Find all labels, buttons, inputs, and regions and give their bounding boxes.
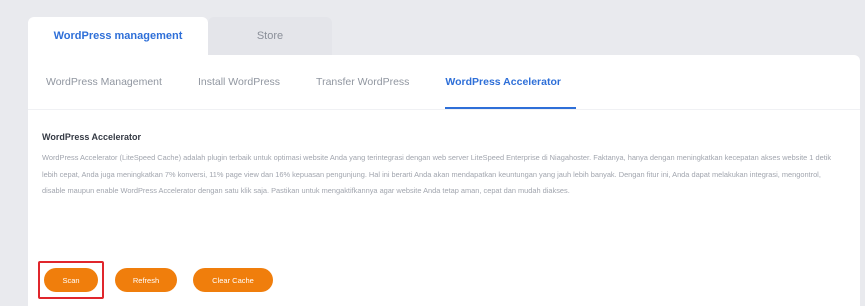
- tab-wordpress-management[interactable]: WordPress management: [28, 17, 208, 55]
- page: WordPress management Store WordPress Man…: [0, 0, 865, 306]
- section-description: WordPress Accelerator (LiteSpeed Cache) …: [42, 153, 832, 195]
- tab-store[interactable]: Store: [208, 17, 332, 55]
- refresh-button[interactable]: Refresh: [115, 268, 177, 292]
- subtab-label: WordPress Accelerator: [445, 76, 561, 88]
- action-buttons: Scan Refresh Clear Cache: [38, 261, 273, 299]
- section-title: WordPress Accelerator: [42, 132, 142, 142]
- tab-label: WordPress management: [53, 30, 183, 42]
- subtab-label: Install WordPress: [197, 76, 281, 88]
- content-card: WordPress Management Install WordPress T…: [28, 55, 860, 306]
- tab-label: Store: [256, 30, 284, 42]
- sub-tab-bar: WordPress Management Install WordPress T…: [46, 55, 581, 109]
- clear-cache-button[interactable]: Clear Cache: [193, 268, 273, 292]
- subtab-wordpress-management[interactable]: WordPress Management: [46, 55, 180, 109]
- subtab-transfer-wordpress[interactable]: Transfer WordPress: [316, 55, 427, 109]
- subtab-label: Transfer WordPress: [316, 76, 410, 88]
- top-tab-bar: WordPress management Store: [28, 17, 332, 55]
- tab-divider: [28, 109, 860, 110]
- subtab-label: WordPress Management: [46, 76, 162, 88]
- subtab-install-wordpress[interactable]: Install WordPress: [198, 55, 298, 109]
- subtab-wordpress-accelerator[interactable]: WordPress Accelerator: [445, 55, 576, 109]
- scan-button[interactable]: Scan: [44, 268, 98, 292]
- scan-highlight-box: Scan: [38, 261, 104, 299]
